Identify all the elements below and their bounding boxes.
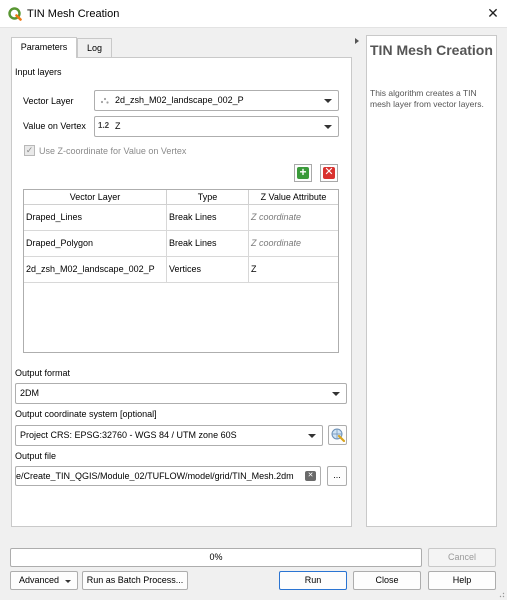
input-layers-heading: Input layers <box>15 67 62 77</box>
help-button[interactable]: Help <box>428 571 496 590</box>
table-row[interactable]: Draped_Lines Break Lines Z coordinate <box>24 205 338 231</box>
numeric-field-type-icon: 1.2 <box>98 121 110 130</box>
tab-log[interactable]: Log <box>77 38 112 57</box>
chevron-down-icon <box>308 434 316 438</box>
output-file-path: e/Create_TIN_QGIS/Module_02/TUFLOW/model… <box>16 471 294 481</box>
column-header-type[interactable]: Type <box>167 190 249 205</box>
cell-type[interactable]: Break Lines <box>167 205 249 230</box>
chevron-down-icon <box>324 125 332 129</box>
table-row[interactable]: Draped_Polygon Break Lines Z coordinate <box>24 231 338 257</box>
vector-layer-label: Vector Layer <box>23 96 74 106</box>
value-on-vertex-label: Value on Vertex <box>23 121 86 131</box>
value-on-vertex-value: Z <box>115 121 121 131</box>
output-crs-value: Project CRS: EPSG:32760 - WGS 84 / UTM z… <box>20 430 237 440</box>
cell-vector-layer[interactable]: 2d_zsh_M02_landscape_002_P <box>24 257 167 282</box>
output-crs-label: Output coordinate system [optional] <box>15 409 157 419</box>
cell-z-attribute[interactable]: Z coordinate <box>249 231 338 256</box>
output-format-combo[interactable]: 2DM <box>15 383 347 404</box>
crs-globe-icon <box>331 428 346 444</box>
cell-vector-layer[interactable]: Draped_Lines <box>24 205 167 230</box>
vector-layer-value: 2d_zsh_M02_landscape_002_P <box>115 95 244 105</box>
help-panel: TIN Mesh Creation This algorithm creates… <box>366 35 497 527</box>
advanced-label: Advanced <box>19 575 60 585</box>
progress-bar: 0% <box>10 548 422 567</box>
close-button[interactable]: Close <box>353 571 421 590</box>
title-bar: TIN Mesh Creation ✕ <box>0 0 507 28</box>
collapse-help-arrow-icon[interactable] <box>355 38 359 44</box>
select-crs-button[interactable] <box>328 425 347 445</box>
chevron-down-icon <box>332 392 340 396</box>
qgis-logo-icon <box>8 7 22 21</box>
cell-vector-layer[interactable]: Draped_Polygon <box>24 231 167 256</box>
add-row-button[interactable]: + <box>294 164 312 182</box>
input-layers-table[interactable]: Vector Layer Type Z Value Attribute Drap… <box>23 189 339 353</box>
plus-icon: + <box>297 166 309 179</box>
cell-z-attribute[interactable]: Z coordinate <box>249 205 338 230</box>
help-title: TIN Mesh Creation <box>370 42 493 58</box>
output-file-label: Output file <box>15 451 57 461</box>
output-format-label: Output format <box>15 368 71 378</box>
output-format-value: 2DM <box>20 388 40 398</box>
point-layer-icon <box>100 96 109 104</box>
progress-text: 0% <box>209 552 223 562</box>
run-batch-button[interactable]: Run as Batch Process... <box>82 571 188 590</box>
column-header-z-value[interactable]: Z Value Attribute <box>249 190 338 205</box>
advanced-dropdown-button[interactable]: Advanced <box>10 571 78 590</box>
use-z-label: Use Z-coordinate for Value on Vertex <box>39 146 187 156</box>
column-header-vector-layer[interactable]: Vector Layer <box>24 190 167 205</box>
use-z-checkbox[interactable]: ✓ <box>24 145 35 156</box>
output-crs-combo[interactable]: Project CRS: EPSG:32760 - WGS 84 / UTM z… <box>15 425 323 446</box>
chevron-down-icon <box>65 580 71 583</box>
close-window-icon[interactable]: ✕ <box>484 4 502 22</box>
browse-file-button[interactable]: ... <box>327 466 347 486</box>
cancel-button[interactable]: Cancel <box>428 548 496 567</box>
help-text: This algorithm creates a TIN mesh layer … <box>370 88 484 109</box>
chevron-down-icon <box>324 99 332 103</box>
output-file-input[interactable]: e/Create_TIN_QGIS/Module_02/TUFLOW/model… <box>15 466 321 486</box>
remove-icon: ✕ <box>323 166 335 179</box>
tab-parameters[interactable]: Parameters <box>11 37 77 58</box>
vector-layer-combo[interactable]: 2d_zsh_M02_landscape_002_P <box>94 90 339 111</box>
window-title: TIN Mesh Creation <box>27 8 120 20</box>
cell-z-attribute[interactable]: Z <box>249 257 338 282</box>
cell-type[interactable]: Break Lines <box>167 231 249 256</box>
value-on-vertex-combo[interactable]: 1.2 Z <box>94 116 339 137</box>
remove-row-button[interactable]: ✕ <box>320 164 338 182</box>
run-button[interactable]: Run <box>279 571 347 590</box>
cell-type[interactable]: Vertices <box>167 257 249 282</box>
clear-input-icon[interactable]: ✕ <box>305 471 316 481</box>
resize-grip-icon[interactable] <box>497 590 505 598</box>
table-row[interactable]: 2d_zsh_M02_landscape_002_P Vertices Z <box>24 257 338 283</box>
